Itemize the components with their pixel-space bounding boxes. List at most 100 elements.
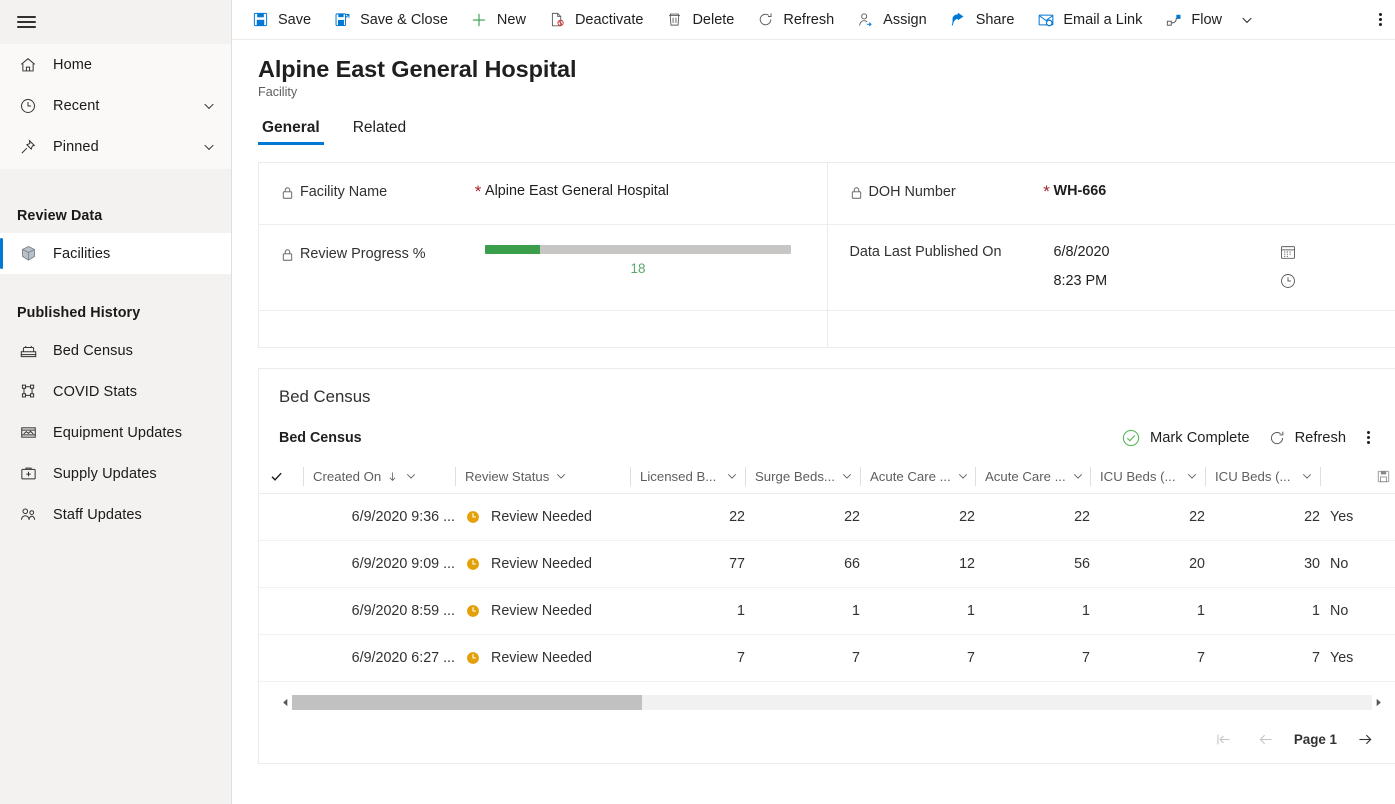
scrollbar-thumb[interactable] [292,695,642,710]
plus-icon [470,10,489,29]
command-label: Save [278,12,311,28]
sidebar-item-equipment-updates[interactable]: Equipment Updates [0,412,231,453]
column-label: Licensed B... [640,469,716,484]
row-select-cell[interactable] [259,587,303,634]
column-label: Acute Care ... [870,469,951,484]
subgrid-refresh-button[interactable]: Refresh [1259,422,1355,454]
chevron-down-icon[interactable] [554,469,568,483]
assign-button[interactable]: Assign [845,0,938,40]
chevron-down-icon[interactable] [956,469,970,483]
row-select-cell[interactable] [259,540,303,587]
new-button[interactable]: New [459,0,537,40]
chevron-down-icon[interactable] [1071,469,1085,483]
sidebar-item-covid-stats[interactable]: COVID Stats [0,371,231,412]
form-tabs: General Related [232,119,1395,145]
chevron-down-icon[interactable] [1185,469,1199,483]
column-header-licensed-beds[interactable]: Licensed B... [630,460,745,493]
save-and-close-button[interactable]: Save & Close [322,0,459,40]
previous-page-button[interactable] [1246,723,1286,755]
data-last-published-time[interactable]: 8:23 PM [1054,273,1279,289]
calendar-icon[interactable] [1279,243,1297,261]
review-progress-control[interactable]: 18 [485,225,791,276]
chevron-down-icon[interactable] [840,469,854,483]
table-row[interactable]: 6/9/2020 8:59 ... Review Needed 1 1 1 [259,587,1395,634]
column-label: Review Status [465,469,549,484]
subgrid-overflow-button[interactable] [1355,422,1381,454]
home-icon [17,54,39,76]
column-header-surge-beds[interactable]: Surge Beds... [745,460,860,493]
more-vertical-icon [1367,429,1370,447]
sidebar-item-recent[interactable]: Recent [0,85,231,126]
save-button[interactable]: Save [240,0,322,40]
doh-number-value[interactable]: WH-666 [1054,163,1107,199]
trash-icon [665,10,684,29]
row-select-cell[interactable] [259,493,303,540]
email-a-link-button[interactable]: Email a Link [1025,0,1153,40]
refresh-icon [1268,429,1286,447]
cell-icu-beds-2: 22 [1205,493,1320,540]
facility-name-value[interactable]: Alpine East General Hospital [485,163,669,199]
tab-related[interactable]: Related [349,119,410,145]
first-page-button[interactable] [1204,723,1244,755]
command-label: Delete [692,12,734,28]
email-link-icon [1036,10,1055,29]
sidebar-item-facilities[interactable]: Facilities [0,233,231,274]
refresh-button[interactable]: Refresh [745,0,845,40]
sidebar-item-label: Supply Updates [53,466,157,482]
clock-amber-icon [465,650,481,666]
lock-icon [850,186,863,200]
table-row[interactable]: 6/9/2020 9:36 ... Review Needed 22 22 2 [259,493,1395,540]
clock-icon [17,95,39,117]
delete-button[interactable]: Delete [654,0,745,40]
cell-acute-care-2: 7 [975,634,1090,681]
subgrid-section-title: Bed Census [259,369,1395,407]
flow-button[interactable]: Flow [1153,0,1233,40]
column-header-select-all[interactable] [259,460,303,493]
table-row[interactable]: 6/9/2020 9:09 ... Review Needed 77 66 1 [259,540,1395,587]
sidebar-item-bed-census[interactable]: Bed Census [0,330,231,371]
chevron-down-icon[interactable] [1300,469,1314,483]
scroll-left-arrow-icon[interactable] [279,698,292,707]
cell-review-status: Review Needed [455,587,630,634]
scrollbar-track[interactable] [292,695,1372,710]
cell-row-end [1366,587,1395,634]
hamburger-menu-button[interactable] [0,0,231,44]
column-header-review-status[interactable]: Review Status [455,460,630,493]
sidebar-item-supply-updates[interactable]: Supply Updates [0,453,231,494]
share-button[interactable]: Share [938,0,1026,40]
table-row[interactable]: 6/9/2020 6:27 ... Review Needed 7 7 7 [259,634,1395,681]
column-header-icu-beds-1[interactable]: ICU Beds (... [1090,460,1205,493]
chevron-down-icon[interactable] [201,98,217,114]
tab-general[interactable]: General [258,119,324,145]
sidebar-item-home[interactable]: Home [0,44,231,85]
command-label: Save & Close [360,12,448,28]
subgrid-actions: Mark Complete Refresh [1112,422,1395,454]
command-bar-overflow-button[interactable] [1365,0,1395,40]
sidebar-item-pinned[interactable]: Pinned [0,126,231,167]
chevron-down-icon[interactable] [725,469,739,483]
sidebar-item-staff-updates[interactable]: Staff Updates [0,494,231,535]
cell-row-end [1366,634,1395,681]
pin-icon [17,136,39,158]
deactivate-button[interactable]: Deactivate [537,0,655,40]
chevron-down-icon[interactable] [404,469,418,483]
next-page-button[interactable] [1345,723,1385,755]
cell-icu-beds-1: 20 [1090,540,1205,587]
scroll-right-arrow-icon[interactable] [1372,698,1385,707]
column-header-icu-beds-2[interactable]: ICU Beds (... [1205,460,1320,493]
horizontal-scrollbar[interactable] [279,694,1385,711]
review-progress-value: 18 [485,261,791,276]
column-header-acute-care-1[interactable]: Acute Care ... [860,460,975,493]
sidebar-spacer [0,169,231,199]
date-line: 6/8/2020 [1054,243,1297,261]
column-header-flag[interactable] [1320,460,1366,493]
flow-chevron-down-icon[interactable] [1233,0,1261,40]
column-header-acute-care-2[interactable]: Acute Care ... [975,460,1090,493]
chevron-down-icon[interactable] [201,139,217,155]
clock-icon[interactable] [1279,272,1297,290]
column-header-save-grid[interactable] [1366,460,1395,493]
mark-complete-button[interactable]: Mark Complete [1112,422,1259,454]
data-last-published-date[interactable]: 6/8/2020 [1054,244,1279,260]
row-select-cell[interactable] [259,634,303,681]
column-header-created-on[interactable]: Created On [303,460,455,493]
